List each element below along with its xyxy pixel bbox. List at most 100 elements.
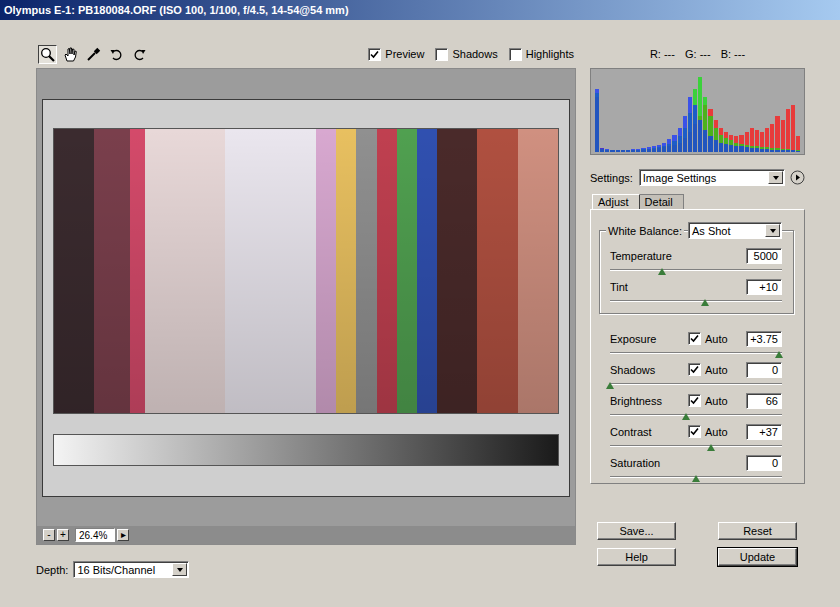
toolbar-left: Preview Shadows Highlights [36,45,576,64]
dropdown-arrow-icon[interactable] [768,171,783,184]
tool-button[interactable] [130,45,149,64]
slider-track[interactable] [610,380,782,390]
view-option[interactable]: Shadows [435,48,497,61]
histogram-bar [672,135,676,152]
dialog-button[interactable]: Reset [718,522,797,540]
color-patches [53,128,559,414]
white-balance-header: White Balance: As Shot [606,222,782,239]
readout-item: G: --- [685,48,711,60]
value-field[interactable]: 0 [746,455,782,471]
view-option-label: Shadows [452,48,497,60]
slider-thumb[interactable] [707,444,715,451]
readout-value: --- [700,48,711,60]
tool-button[interactable] [107,45,126,64]
adjust-panel: White Balance:As ShotTemperature5000Tint… [590,209,805,484]
checkbox[interactable] [688,394,701,407]
depth-dropdown[interactable]: 16 Bits/Channel [73,561,189,578]
zoom-menu-button[interactable]: ▸ [117,529,129,541]
checkbox[interactable] [688,425,701,438]
slider-track[interactable] [610,411,782,421]
slider-thumb[interactable] [775,351,783,358]
checkbox[interactable] [688,363,701,376]
checkbox[interactable] [688,332,701,345]
settings-dropdown[interactable]: Image Settings [639,169,785,186]
value-field[interactable]: 66 [746,393,782,409]
checkbox[interactable] [435,48,448,61]
depth-label: Depth: [36,564,68,576]
slider-thumb[interactable] [682,413,690,420]
view-option[interactable]: Highlights [509,48,574,61]
rotate-right-icon [132,47,147,62]
value-field[interactable]: 5000 [746,248,782,264]
slider-track[interactable] [610,473,782,483]
histogram-bar [714,140,718,152]
auto-checkbox[interactable]: Auto [688,332,746,345]
right-column: Settings:Image Settings AdjustDetail White… [590,68,805,607]
histogram-bar [662,143,666,152]
preview-stage [37,69,575,526]
zoom-in-button[interactable]: + [57,529,69,541]
slider-thumb[interactable] [606,382,614,389]
control-header: Temperature5000 [610,247,782,264]
white-balance-label: White Balance: [606,225,684,237]
settings-row: Settings:Image Settings [590,169,805,186]
readout-label: G: [685,48,697,60]
view-option[interactable]: Preview [368,48,424,61]
tool-button[interactable] [38,45,57,64]
histogram-bar [775,150,779,152]
auto-checkbox[interactable]: Auto [688,394,746,407]
depth-row: Depth: 16 Bits/Channel [36,561,576,578]
control-label: Saturation [610,457,746,469]
dialog-button[interactable]: Update [718,548,797,566]
histogram-bar [595,89,599,152]
slider-thumb[interactable] [692,475,700,482]
slider-thumb[interactable] [658,268,666,275]
value-field[interactable]: +37 [746,424,782,440]
checkbox[interactable] [368,48,381,61]
histogram-bar [688,97,692,152]
dropdown-arrow-icon[interactable] [172,563,187,576]
checkbox[interactable] [509,48,522,61]
arrow-triangle-icon [177,568,183,572]
depth-dropdown-value: 16 Bits/Channel [77,564,172,576]
zoom-field[interactable]: 26.4% [75,528,115,542]
auto-label: Auto [705,333,728,345]
control-row: ExposureAuto+3.75 [610,330,782,361]
slider-track[interactable] [610,442,782,452]
button-row: Help Update [590,548,805,566]
slider-track[interactable] [610,266,782,276]
settings-dropdown-value: Image Settings [643,172,768,184]
histogram-bar [693,105,697,152]
tab[interactable]: Adjust [592,194,640,209]
dropdown-arrow-icon[interactable] [765,224,780,237]
tab[interactable]: Detail [639,194,684,209]
value-field[interactable]: 0 [746,362,782,378]
histogram-bar [781,120,785,152]
tab-bar: AdjustDetail [590,194,805,209]
toolbar: PreviewShadowsHighlightsR: ---G: ---B: -… [36,44,805,64]
histogram-bar [631,149,635,152]
tool-button[interactable] [61,45,80,64]
settings-menu-icon[interactable] [789,170,805,186]
value-field[interactable]: +10 [746,279,782,295]
value-field[interactable]: +3.75 [746,331,782,347]
slider-track[interactable] [610,297,782,307]
white-balance-dropdown[interactable]: As Shot [688,222,782,239]
slider-track[interactable] [610,349,782,359]
tool-button[interactable] [84,45,103,64]
dialog-button[interactable]: Help [597,548,676,566]
auto-checkbox[interactable]: Auto [688,363,746,376]
slider-thumb[interactable] [701,299,709,306]
histogram-bar [605,149,609,152]
histogram-bar [698,120,702,152]
zoom-out-button[interactable]: - [43,529,55,541]
readout-item: R: --- [650,48,675,60]
auto-checkbox[interactable]: Auto [688,425,746,438]
control-label: Temperature [610,250,746,262]
preview-pane[interactable]: -+26.4%▸ [36,68,576,545]
histogram-bar [708,136,712,152]
dialog-button[interactable]: Save... [597,522,676,540]
readout-label: R: [650,48,661,60]
histogram-bar [791,105,795,152]
histogram-bar [641,148,645,152]
